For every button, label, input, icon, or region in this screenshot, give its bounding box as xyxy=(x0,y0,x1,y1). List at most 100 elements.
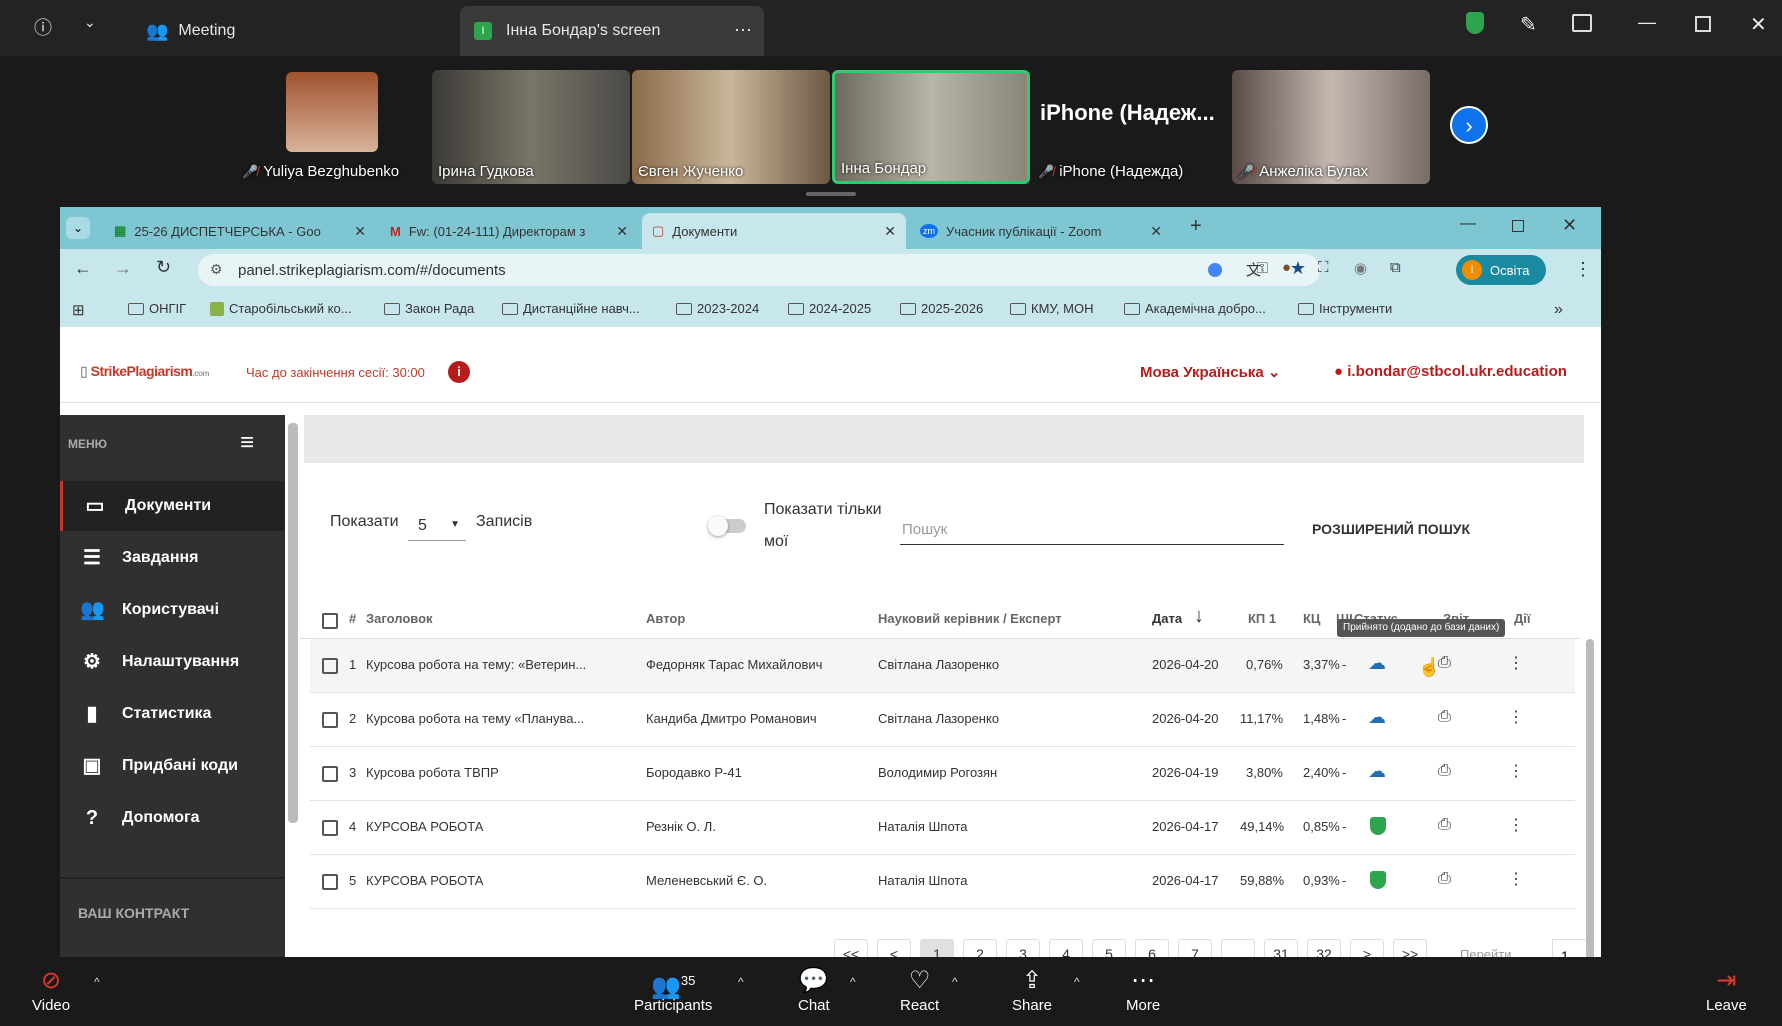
bookmark-folder[interactable]: 2023-2024 xyxy=(676,301,759,316)
participant-tile[interactable]: 🎤̸ Yuliya Bezghubenko xyxy=(236,70,434,184)
participant-tile[interactable]: Ірина Гудкова xyxy=(432,70,630,184)
bookmark-item[interactable]: Старобільський ко... xyxy=(210,301,352,316)
next-page-arrow-icon[interactable]: › xyxy=(1450,106,1488,144)
participant-tile[interactable]: Євген Жученко xyxy=(632,70,830,184)
page-6[interactable]: 6 xyxy=(1135,939,1169,957)
tab-search-icon[interactable]: ⌄ xyxy=(66,217,90,239)
close-icon[interactable]: ✕ xyxy=(1750,12,1767,37)
gallery-icon[interactable] xyxy=(1572,14,1592,32)
video-options-caret-icon[interactable]: ^ xyxy=(94,975,100,989)
bookmark-folder[interactable]: 2025-2026 xyxy=(900,301,983,316)
row-title[interactable]: КУРСОВА РОБОТА xyxy=(366,873,483,888)
select-all-checkbox[interactable] xyxy=(322,613,338,629)
apps-grid-icon[interactable]: ⊞ xyxy=(72,301,85,319)
report-icon[interactable]: ⎙ xyxy=(1438,708,1451,726)
col-supervisor[interactable]: Науковий керівник / Експерт xyxy=(878,611,1062,626)
browser-tab[interactable]: M Fw: (01-24-111) Директорам з ✕ xyxy=(380,213,638,249)
share-button[interactable]: ⇪ Share xyxy=(1012,965,1052,1014)
new-tab-icon[interactable]: + xyxy=(1190,215,1202,238)
bookmark-folder[interactable]: ОНГІГ xyxy=(128,301,186,316)
sort-desc-arrow-icon[interactable]: ↓ xyxy=(1194,605,1204,628)
react-button[interactable]: ♡ React xyxy=(900,965,939,1014)
report-icon[interactable]: ⎙ xyxy=(1438,762,1451,780)
col-date[interactable]: Дата xyxy=(1152,611,1182,626)
sidebar-item-help[interactable]: ? Допомога xyxy=(60,793,285,843)
sidebar-item-users[interactable]: 👥 Користувачі xyxy=(60,585,285,635)
restore-icon[interactable] xyxy=(1512,220,1524,232)
row-checkbox[interactable] xyxy=(322,820,338,836)
bookmark-star-icon[interactable]: ★ xyxy=(1290,258,1306,279)
participants-button[interactable]: 👥35 Participants xyxy=(634,965,712,1014)
page-1[interactable]: 1 xyxy=(920,939,954,957)
kebab-menu-icon[interactable]: ⋮ xyxy=(1508,653,1524,673)
more-bookmarks-icon[interactable]: » xyxy=(1554,301,1563,319)
page-first[interactable]: << xyxy=(834,939,868,957)
hamburger-menu-icon[interactable]: ≡ xyxy=(240,429,254,457)
browser-tab[interactable]: ▦ 25-26 ДИСПЕТЧЕРСЬКА - Goo ✕ xyxy=(104,213,376,249)
page-32[interactable]: 32 xyxy=(1307,939,1341,957)
participant-tile[interactable]: iPhone (Надеж... 🎤̸ iPhone (Надежда) xyxy=(1032,70,1230,184)
cloud-upload-icon[interactable]: ☁ xyxy=(1368,707,1386,728)
advanced-search-button[interactable]: РОЗШИРЕНИЙ ПОШУК xyxy=(1312,521,1470,537)
row-checkbox[interactable] xyxy=(322,874,338,890)
page-size-select[interactable]: 5 ▼ xyxy=(408,507,466,541)
screen-share-tab[interactable]: I Інна Бондар's screen ⋯ xyxy=(460,6,764,56)
row-title[interactable]: Курсова робота ТВПР xyxy=(366,765,499,780)
shield-check-icon[interactable] xyxy=(1370,871,1386,889)
row-title[interactable]: Курсова робота на тему: «Ветерин... xyxy=(366,657,586,672)
kebab-menu-icon[interactable]: ⋮ xyxy=(1508,869,1524,889)
close-tab-icon[interactable]: ✕ xyxy=(616,223,628,240)
more-options-icon[interactable]: ⋯ xyxy=(734,20,752,41)
sidebar-item-documents[interactable]: ▭ Документи xyxy=(60,481,285,531)
only-mine-toggle[interactable] xyxy=(708,516,746,536)
table-row[interactable]: 4 КУРСОВА РОБОТА Резнік О. Л. Наталія Шп… xyxy=(310,801,1575,855)
video-button[interactable]: ⊘ Video xyxy=(32,965,70,1014)
screenshot-icon[interactable]: ⛶ xyxy=(1318,259,1329,276)
shield-check-icon[interactable] xyxy=(1370,817,1386,835)
kebab-menu-icon[interactable]: ⋮ xyxy=(1508,815,1524,835)
page-7[interactable]: 7 xyxy=(1178,939,1212,957)
table-row[interactable]: 1 Курсова робота на тему: «Ветерин... Фе… xyxy=(310,639,1575,693)
col-title[interactable]: Заголовок xyxy=(366,611,433,626)
profile-button[interactable]: I Освіта xyxy=(1456,255,1546,285)
react-options-caret-icon[interactable]: ^ xyxy=(952,975,958,989)
col-kc[interactable]: КЦ xyxy=(1303,611,1320,626)
more-button[interactable]: ⋯ More xyxy=(1126,965,1160,1014)
table-row[interactable]: 5 КУРСОВА РОБОТА Меленевський Є. О. Ната… xyxy=(310,855,1575,909)
restore-icon[interactable] xyxy=(1695,16,1711,32)
participant-tile[interactable]: 🎤̸ Анжеліка Булах xyxy=(1232,70,1430,184)
back-icon[interactable]: ← xyxy=(74,258,92,279)
report-icon[interactable]: ⎙ xyxy=(1438,816,1451,834)
minimize-icon[interactable]: — xyxy=(1460,215,1476,233)
chevron-down-icon[interactable]: ⌄ xyxy=(84,14,96,31)
page-next[interactable]: > xyxy=(1350,939,1384,957)
close-tab-icon[interactable]: ✕ xyxy=(354,223,366,240)
bookmark-folder[interactable]: КМУ, МОН xyxy=(1010,301,1094,316)
search-input[interactable]: Пошук xyxy=(900,511,1284,545)
forward-icon[interactable]: → xyxy=(114,258,132,279)
table-row[interactable]: 2 Курсова робота на тему «Планува... Кан… xyxy=(310,693,1575,747)
row-checkbox[interactable] xyxy=(322,712,338,728)
leave-button[interactable]: ⇥ Leave xyxy=(1706,965,1747,1014)
reload-icon[interactable]: ↻ xyxy=(156,257,171,278)
row-title[interactable]: КУРСОВА РОБОТА xyxy=(366,819,483,834)
content-scrollbar[interactable] xyxy=(1586,639,1594,957)
page-3[interactable]: 3 xyxy=(1006,939,1040,957)
page-4[interactable]: 4 xyxy=(1049,939,1083,957)
table-row[interactable]: 3 Курсова робота ТВПР Бородавко Р-41 Вол… xyxy=(310,747,1575,801)
page-31[interactable]: 31 xyxy=(1264,939,1298,957)
extension-icon[interactable] xyxy=(1208,263,1222,277)
sidebar-item-settings[interactable]: ⚙ Налаштування xyxy=(60,637,285,687)
url-field[interactable]: ⚙ panel.strikeplagiarism.com/#/documents… xyxy=(198,254,1320,286)
extensions-puzzle-icon[interactable]: ⧉ xyxy=(1390,259,1401,276)
page-prev[interactable]: < xyxy=(877,939,911,957)
user-menu[interactable]: ● i.bondar@stbcol.ukr.education xyxy=(1334,363,1567,380)
chat-button[interactable]: 💬 Chat xyxy=(798,965,830,1014)
page-2[interactable]: 2 xyxy=(963,939,997,957)
page-5[interactable]: 5 xyxy=(1092,939,1126,957)
logo[interactable]: ▯ StrikePlagiarism.com xyxy=(80,363,210,380)
participants-options-caret-icon[interactable]: ^ xyxy=(738,975,744,989)
row-checkbox[interactable] xyxy=(322,658,338,674)
camera-icon[interactable]: ◉ xyxy=(1354,259,1367,277)
share-options-caret-icon[interactable]: ^ xyxy=(1074,975,1080,989)
